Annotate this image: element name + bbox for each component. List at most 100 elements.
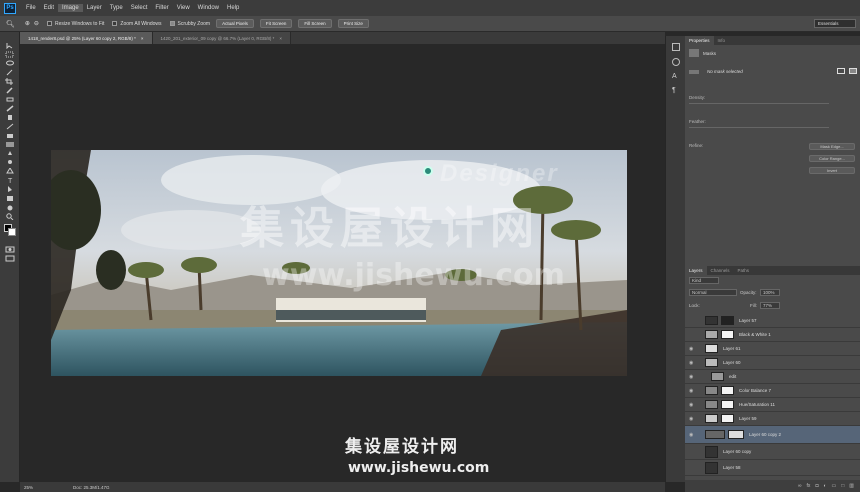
menu-layer[interactable]: Layer bbox=[83, 4, 106, 12]
zoom-tool-icon[interactable]: 🔍︎ bbox=[6, 20, 15, 28]
folder-icon[interactable]: ▭ bbox=[832, 483, 837, 489]
tab-info[interactable]: Info bbox=[714, 36, 730, 45]
menu-filter[interactable]: Filter bbox=[151, 4, 172, 12]
history-icon[interactable] bbox=[672, 43, 680, 51]
menu-help[interactable]: Help bbox=[223, 4, 243, 12]
tab-properties[interactable]: Properties bbox=[685, 36, 714, 45]
fx-icon[interactable]: fx bbox=[807, 483, 811, 489]
layer-row[interactable]: Layer 60 copy bbox=[685, 444, 860, 460]
menu-image[interactable]: Image bbox=[58, 4, 83, 12]
print-size-button[interactable]: Print Size bbox=[337, 19, 369, 28]
layer-name: Color Balance 7 bbox=[739, 388, 772, 393]
quick-mask-icon[interactable] bbox=[5, 246, 15, 253]
path-selection-tool-icon[interactable] bbox=[5, 186, 15, 193]
color-swatches-icon[interactable] bbox=[4, 224, 16, 238]
menu-select[interactable]: Select bbox=[127, 4, 152, 12]
clone-stamp-tool-icon[interactable] bbox=[5, 114, 15, 121]
layer-row[interactable]: Layer 57 bbox=[685, 314, 860, 328]
mask-edge-button[interactable]: Mask Edge... bbox=[809, 143, 855, 150]
pen-tool-icon[interactable] bbox=[5, 168, 15, 175]
visibility-icon[interactable]: ◉ bbox=[689, 360, 697, 366]
blend-mode-select[interactable]: Normal bbox=[689, 289, 737, 296]
fit-screen-button[interactable]: Fit Screen bbox=[259, 19, 293, 28]
zoom-tool-icon[interactable] bbox=[5, 213, 15, 220]
tab-channels[interactable]: Channels bbox=[707, 266, 734, 275]
move-tool-icon[interactable] bbox=[5, 42, 15, 49]
visibility-icon[interactable]: ◉ bbox=[689, 402, 697, 408]
zoom-out-icon[interactable]: ⊖ bbox=[34, 20, 39, 27]
tab-layers[interactable]: Layers bbox=[685, 266, 707, 275]
layer-row[interactable]: ◉ Color Balance 7 bbox=[685, 384, 860, 398]
zoom-level[interactable]: 25% bbox=[24, 485, 33, 490]
visibility-icon[interactable]: ◉ bbox=[689, 432, 697, 438]
scrubby-zoom-checkbox[interactable]: Scrubby Zoom bbox=[169, 21, 210, 27]
layer-row[interactable]: ◉ Layer 59 bbox=[685, 412, 860, 426]
layer-row[interactable]: ◉ edit bbox=[685, 370, 860, 384]
opacity-field[interactable]: 100% bbox=[760, 289, 780, 296]
layer-row-selected[interactable]: ◉ Layer 60 copy 2 bbox=[685, 426, 860, 444]
mask-status: No mask selected bbox=[689, 69, 743, 74]
visibility-icon[interactable]: ◉ bbox=[689, 416, 697, 422]
visibility-icon[interactable]: ◉ bbox=[689, 374, 697, 380]
resize-windows-checkbox[interactable]: Resize Windows to Fit bbox=[46, 21, 104, 27]
menu-file[interactable]: File bbox=[22, 4, 40, 12]
blur-tool-icon[interactable] bbox=[5, 150, 15, 157]
menu-edit[interactable]: Edit bbox=[40, 4, 58, 12]
adjustment-icon[interactable]: ◐ bbox=[823, 483, 826, 489]
menu-type[interactable]: Type bbox=[106, 4, 127, 12]
zoom-all-windows-checkbox[interactable]: Zoom All Windows bbox=[112, 21, 162, 27]
eraser-tool-icon[interactable] bbox=[5, 132, 15, 139]
fill-field[interactable]: 77% bbox=[760, 302, 780, 309]
menu-window[interactable]: Window bbox=[194, 4, 223, 12]
screen-mode-icon[interactable] bbox=[5, 255, 15, 262]
invert-button[interactable]: Invert bbox=[809, 167, 855, 174]
add-pixel-mask-icon[interactable] bbox=[837, 68, 845, 74]
fill-screen-button[interactable]: Fill Screen bbox=[298, 19, 332, 28]
layer-row[interactable]: Black & White 1 bbox=[685, 328, 860, 342]
layer-row[interactable]: ◉ Layer 60 bbox=[685, 356, 860, 370]
add-vector-mask-icon[interactable] bbox=[849, 68, 857, 74]
paragraph-icon[interactable]: ¶ bbox=[672, 87, 679, 94]
marquee-tool-icon[interactable] bbox=[5, 51, 15, 58]
brush-tool-icon[interactable] bbox=[5, 105, 15, 112]
new-layer-icon[interactable]: □ bbox=[841, 483, 844, 489]
feather-slider[interactable] bbox=[689, 127, 829, 128]
menu-view[interactable]: View bbox=[173, 4, 194, 12]
kind-filter[interactable]: Kind bbox=[689, 277, 719, 284]
color-range-button[interactable]: Color Range... bbox=[809, 155, 855, 162]
tab-document-1[interactable]: 1418_render8.psd @ 25% (Layer 60 copy 2,… bbox=[20, 32, 153, 44]
healing-brush-tool-icon[interactable] bbox=[5, 96, 15, 103]
lasso-tool-icon[interactable] bbox=[5, 60, 15, 67]
character-icon[interactable]: A bbox=[672, 73, 679, 80]
close-icon[interactable]: × bbox=[141, 36, 144, 41]
trash-icon[interactable]: ▥ bbox=[849, 483, 854, 489]
history-brush-tool-icon[interactable] bbox=[5, 123, 15, 130]
link-icon[interactable]: ∞ bbox=[798, 483, 802, 489]
eyedropper-tool-icon[interactable] bbox=[5, 87, 15, 94]
layer-row[interactable]: Layer 58 bbox=[685, 460, 860, 476]
add-mask-icon[interactable]: ◘ bbox=[815, 483, 818, 489]
rectangle-tool-icon[interactable] bbox=[5, 195, 15, 202]
layer-row[interactable]: ◉ Layer 61 bbox=[685, 342, 860, 356]
tab-paths[interactable]: Paths bbox=[734, 266, 754, 275]
gradient-tool-icon[interactable] bbox=[5, 141, 15, 148]
density-slider[interactable] bbox=[689, 103, 829, 104]
dodge-tool-icon[interactable] bbox=[5, 159, 15, 166]
zoom-in-icon[interactable]: ⊕ bbox=[25, 20, 30, 27]
layer-thumbnail bbox=[705, 358, 718, 367]
hand-tool-icon[interactable] bbox=[5, 204, 15, 211]
workspace-select[interactable]: Essentials bbox=[814, 19, 856, 28]
visibility-icon[interactable]: ◉ bbox=[689, 388, 697, 394]
visibility-icon[interactable]: ◉ bbox=[689, 346, 697, 352]
actual-pixels-button[interactable]: Actual Pixels bbox=[216, 19, 254, 28]
quick-select-tool-icon[interactable] bbox=[5, 69, 15, 76]
crop-tool-icon[interactable] bbox=[5, 78, 15, 85]
actions-icon[interactable] bbox=[672, 58, 680, 66]
document-tabs: 1418_render8.psd @ 25% (Layer 60 copy 2,… bbox=[20, 32, 665, 44]
type-tool-icon[interactable]: T bbox=[5, 177, 15, 184]
layer-row[interactable]: ◉ Hue/Saturation 11 bbox=[685, 398, 860, 412]
tab-document-2[interactable]: 1420_201_exterior_09 copy @ 66.7% (Layer… bbox=[152, 32, 292, 44]
photoshop-logo-icon: Ps bbox=[4, 2, 16, 14]
adjustment-thumbnail bbox=[705, 386, 718, 395]
close-icon[interactable]: × bbox=[279, 36, 282, 41]
